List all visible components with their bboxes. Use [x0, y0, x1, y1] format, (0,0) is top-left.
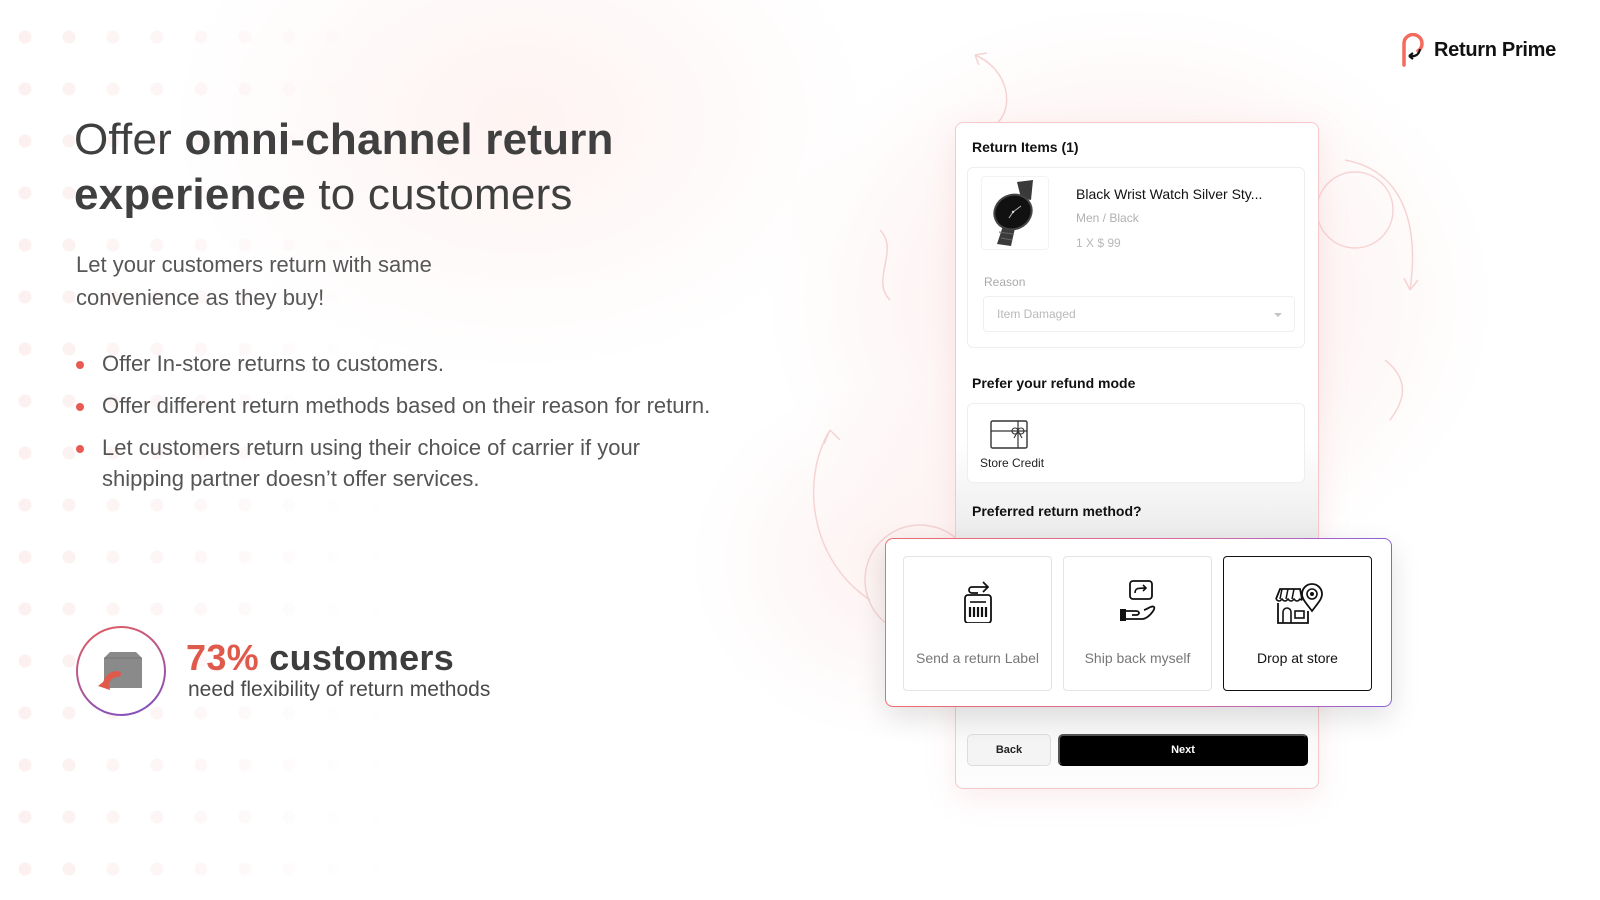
- method-label: Drop at store: [1257, 650, 1338, 666]
- bullet-dot-icon: [76, 445, 84, 453]
- stat-caption: need flexibility of return methods: [188, 678, 491, 701]
- headline-bold: experience: [74, 170, 306, 219]
- reason-label: Reason: [984, 275, 1026, 289]
- return-item: Black Wrist Watch Silver Sty... Men / Bl…: [967, 167, 1305, 348]
- method-drop-at-store[interactable]: Drop at store: [1223, 556, 1372, 691]
- return-prime-logo-icon: [1402, 33, 1424, 67]
- feature-list: Offer In-store returns to customers. Off…: [76, 348, 796, 505]
- product-price: 1 X $ 99: [1076, 236, 1121, 250]
- feature-item: Offer different return methods based on …: [76, 390, 796, 421]
- return-items-title: Return Items (1): [972, 139, 1079, 155]
- product-variant: Men / Black: [1076, 211, 1139, 225]
- hand-package-icon: [1119, 580, 1155, 621]
- back-button[interactable]: Back: [967, 734, 1051, 766]
- subheadline: Let your customers return with same conv…: [76, 252, 432, 310]
- reason-select[interactable]: Item Damaged: [983, 296, 1295, 332]
- store-credit-label: Store Credit: [980, 456, 1045, 470]
- page-headline: Offer omni-channel return experience to …: [74, 112, 614, 222]
- product-name: Black Wrist Watch Silver Sty...: [1076, 186, 1263, 202]
- method-ship-back-myself[interactable]: Ship back myself: [1063, 556, 1212, 691]
- bullet-dot-icon: [76, 403, 84, 411]
- stat-icon-ring: [76, 626, 166, 716]
- product-thumbnail[interactable]: [981, 176, 1049, 250]
- return-methods-panel: Send a return Label Ship back myself Dro…: [885, 538, 1392, 707]
- box-return-icon: [98, 652, 142, 690]
- method-label: Send a return Label: [916, 650, 1039, 666]
- watch-image: [993, 180, 1033, 246]
- return-label-icon: [963, 581, 992, 623]
- stat-callout: 73% customers need flexibility of return…: [76, 626, 490, 716]
- feature-item: Offer In-store returns to customers.: [76, 348, 796, 379]
- store-location-icon: [1274, 583, 1323, 624]
- refund-mode-title: Prefer your refund mode: [972, 375, 1136, 391]
- method-label: Ship back myself: [1084, 650, 1191, 666]
- brand-logo: Return Prime: [1398, 33, 1556, 67]
- brand-name: Return Prime: [1434, 38, 1556, 61]
- chevron-down-icon: [1274, 313, 1282, 317]
- method-send-return-label[interactable]: Send a return Label: [903, 556, 1052, 691]
- stat-headline-rest: customers: [258, 637, 455, 678]
- feature-text: Let customers return using their choice …: [102, 435, 641, 491]
- reason-value: Item Damaged: [997, 307, 1076, 321]
- gift-card-icon: [990, 420, 1028, 449]
- headline-bold: omni-channel return: [184, 115, 614, 164]
- headline-part: Offer: [74, 115, 185, 164]
- refund-option-store-credit[interactable]: Store Credit: [967, 403, 1305, 483]
- stat-percent: 73%: [186, 637, 259, 678]
- feature-item: Let customers return using their choice …: [76, 432, 796, 494]
- feature-text: Offer In-store returns to customers.: [102, 351, 444, 376]
- return-method-title: Preferred return method?: [972, 503, 1142, 519]
- headline-part: to customers: [305, 170, 573, 219]
- stat-headline: 73% customers: [186, 639, 490, 677]
- bullet-dot-icon: [76, 361, 84, 369]
- next-button[interactable]: Next: [1058, 734, 1308, 766]
- feature-text: Offer different return methods based on …: [102, 393, 711, 418]
